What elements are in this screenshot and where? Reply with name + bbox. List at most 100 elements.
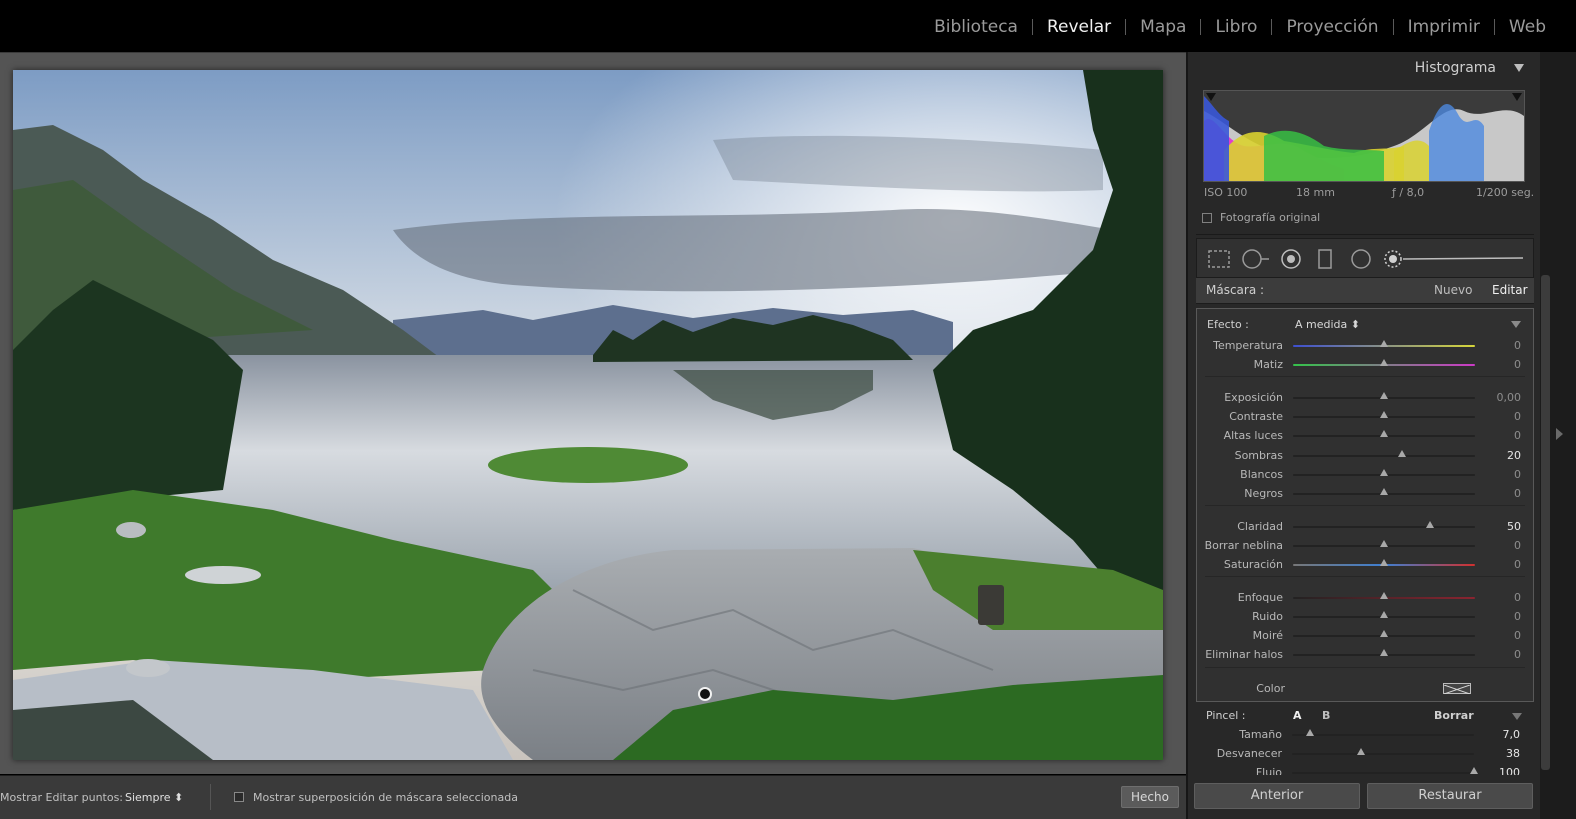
slider-thumb[interactable] [1380, 392, 1388, 399]
effect-collapse-icon[interactable] [1511, 321, 1521, 328]
brush-label: Pincel : [1206, 709, 1246, 722]
slider-value[interactable]: 7,0 [1503, 728, 1521, 741]
panel-button-bar: Anterior Restaurar [1188, 777, 1540, 819]
previous-button[interactable]: Anterior [1194, 783, 1360, 809]
slider-thumb[interactable] [1380, 592, 1388, 599]
effect-panel: Efecto : A medida ⬍ Temperatura 0 Matiz 0 Ex… [1196, 308, 1534, 702]
spot-removal-icon[interactable] [1241, 248, 1271, 270]
slider-value[interactable]: 0 [1514, 429, 1521, 442]
slider-value[interactable]: 50 [1507, 520, 1521, 533]
histogram-header[interactable]: Histograma [1188, 52, 1540, 84]
crop-overlay-icon[interactable] [1207, 248, 1231, 270]
slider-value[interactable]: 38 [1506, 747, 1520, 760]
slider-label: Eliminar halos [1205, 648, 1283, 661]
image-canvas[interactable] [0, 52, 1186, 774]
slider-value[interactable]: 0 [1514, 648, 1521, 661]
slider-thumb[interactable] [1470, 767, 1478, 774]
module-picker: Biblioteca Revelar Mapa Libro Proyección Impr… [920, 17, 1560, 37]
collapse-triangle-icon[interactable] [1514, 64, 1524, 72]
histogram-plot [1204, 91, 1524, 181]
module-revelar[interactable]: Revelar [1033, 17, 1125, 37]
slider-thumb[interactable] [1380, 340, 1388, 347]
slider-thumb[interactable] [1425, 521, 1434, 528]
slider-ruido: Ruido 0 [1197, 607, 1533, 626]
slider-value[interactable]: 100 [1499, 766, 1520, 775]
module-web[interactable]: Web [1495, 17, 1560, 37]
histogram-title: Histograma [1414, 60, 1496, 76]
brush-a-button[interactable]: A [1293, 709, 1302, 722]
slider-track[interactable] [1292, 734, 1474, 736]
brush-slider-list: Tamaño 7,0 Desvanecer 38 Flujo 100 [1196, 725, 1534, 775]
module-mapa[interactable]: Mapa [1126, 17, 1200, 37]
slider-value[interactable]: 0 [1514, 487, 1521, 500]
panel-scrollbar[interactable] [1541, 275, 1550, 770]
slider-thumb[interactable] [1357, 748, 1366, 755]
photo-preview[interactable] [13, 70, 1163, 760]
slider-thumb[interactable] [1380, 630, 1388, 637]
mask-overlay-checkbox[interactable] [234, 792, 244, 802]
slider-value[interactable]: 0 [1514, 410, 1521, 423]
module-bar: Biblioteca Revelar Mapa Libro Proyección Impr… [0, 0, 1576, 52]
slider-value[interactable]: 0 [1514, 358, 1521, 371]
brush-erase-button[interactable]: Borrar [1434, 709, 1474, 722]
slider-contraste: Contraste 0 [1197, 407, 1533, 426]
module-imprimir[interactable]: Imprimir [1394, 17, 1494, 37]
slider-claridad: Claridad 50 [1197, 517, 1533, 536]
original-photo-checkbox[interactable] [1202, 213, 1212, 223]
module-biblioteca[interactable]: Biblioteca [920, 17, 1032, 37]
slider-track[interactable] [1293, 526, 1475, 528]
slider-label: Ruido [1252, 610, 1283, 623]
focal-length-value: 18 mm [1296, 186, 1335, 199]
brush-b-button[interactable]: B [1322, 709, 1330, 722]
slider-group-divider [1205, 576, 1525, 577]
brush-collapse-icon[interactable] [1512, 713, 1522, 720]
slider-thumb[interactable] [1380, 540, 1388, 547]
mask-edit-button[interactable]: Editar [1492, 283, 1528, 297]
show-edit-pins-select[interactable]: Siempre ⬍ [125, 791, 183, 804]
histogram-graph[interactable] [1203, 90, 1525, 182]
slider-value[interactable]: 0 [1514, 591, 1521, 604]
slider-value[interactable]: 0 [1514, 339, 1521, 352]
slider-thumb[interactable] [1380, 559, 1388, 566]
slider-thumb[interactable] [1380, 430, 1388, 437]
expand-right-icon[interactable] [1556, 428, 1563, 440]
slider-thumb[interactable] [1306, 729, 1315, 736]
slider-track[interactable] [1292, 753, 1474, 755]
slider-thumb[interactable] [1380, 469, 1388, 476]
effect-preset-select[interactable]: A medida ⬍ [1295, 318, 1360, 331]
slider-value[interactable]: 0 [1514, 629, 1521, 642]
slider-thumb[interactable] [1380, 359, 1388, 366]
slider-thumb[interactable] [1380, 488, 1388, 495]
slider-thumb[interactable] [1398, 450, 1407, 457]
radial-filter-icon[interactable] [1349, 248, 1373, 270]
slider-label: Borrar neblina [1204, 539, 1283, 552]
slider-value[interactable]: 0 [1514, 539, 1521, 552]
module-libro[interactable]: Libro [1201, 17, 1271, 37]
slider-thumb[interactable] [1380, 611, 1388, 618]
slider-value[interactable]: 0 [1514, 558, 1521, 571]
iso-value: ISO 100 [1204, 186, 1248, 199]
reset-button[interactable]: Restaurar [1367, 783, 1533, 809]
slider-track[interactable] [1292, 772, 1474, 774]
slider-value[interactable]: 0 [1514, 610, 1521, 623]
slider-value[interactable]: 0 [1514, 468, 1521, 481]
mask-new-button[interactable]: Nuevo [1434, 283, 1472, 297]
shutter-speed-value: 1/200 seg. [1476, 186, 1535, 199]
red-eye-icon[interactable] [1279, 248, 1303, 270]
slider-value[interactable]: 20 [1507, 449, 1521, 462]
slider-value[interactable]: 0,00 [1497, 391, 1522, 404]
slider-group-divider [1205, 505, 1525, 506]
color-swatch[interactable] [1443, 683, 1471, 695]
slider-thumb[interactable] [1380, 411, 1388, 418]
graduated-filter-icon[interactable] [1315, 248, 1335, 270]
module-proyección[interactable]: Proyección [1272, 17, 1392, 37]
color-row: Color [1197, 679, 1533, 699]
adjustment-brush-icon[interactable] [1383, 248, 1531, 270]
slider-track[interactable] [1293, 455, 1475, 457]
slider-matiz: Matiz 0 [1197, 355, 1533, 374]
slider-blancos: Blancos 0 [1197, 465, 1533, 484]
slider-thumb[interactable] [1380, 649, 1388, 656]
mask-row: Máscara : Nuevo Editar [1196, 278, 1534, 304]
slider-label: Contraste [1229, 410, 1283, 423]
done-button[interactable]: Hecho [1121, 786, 1179, 808]
